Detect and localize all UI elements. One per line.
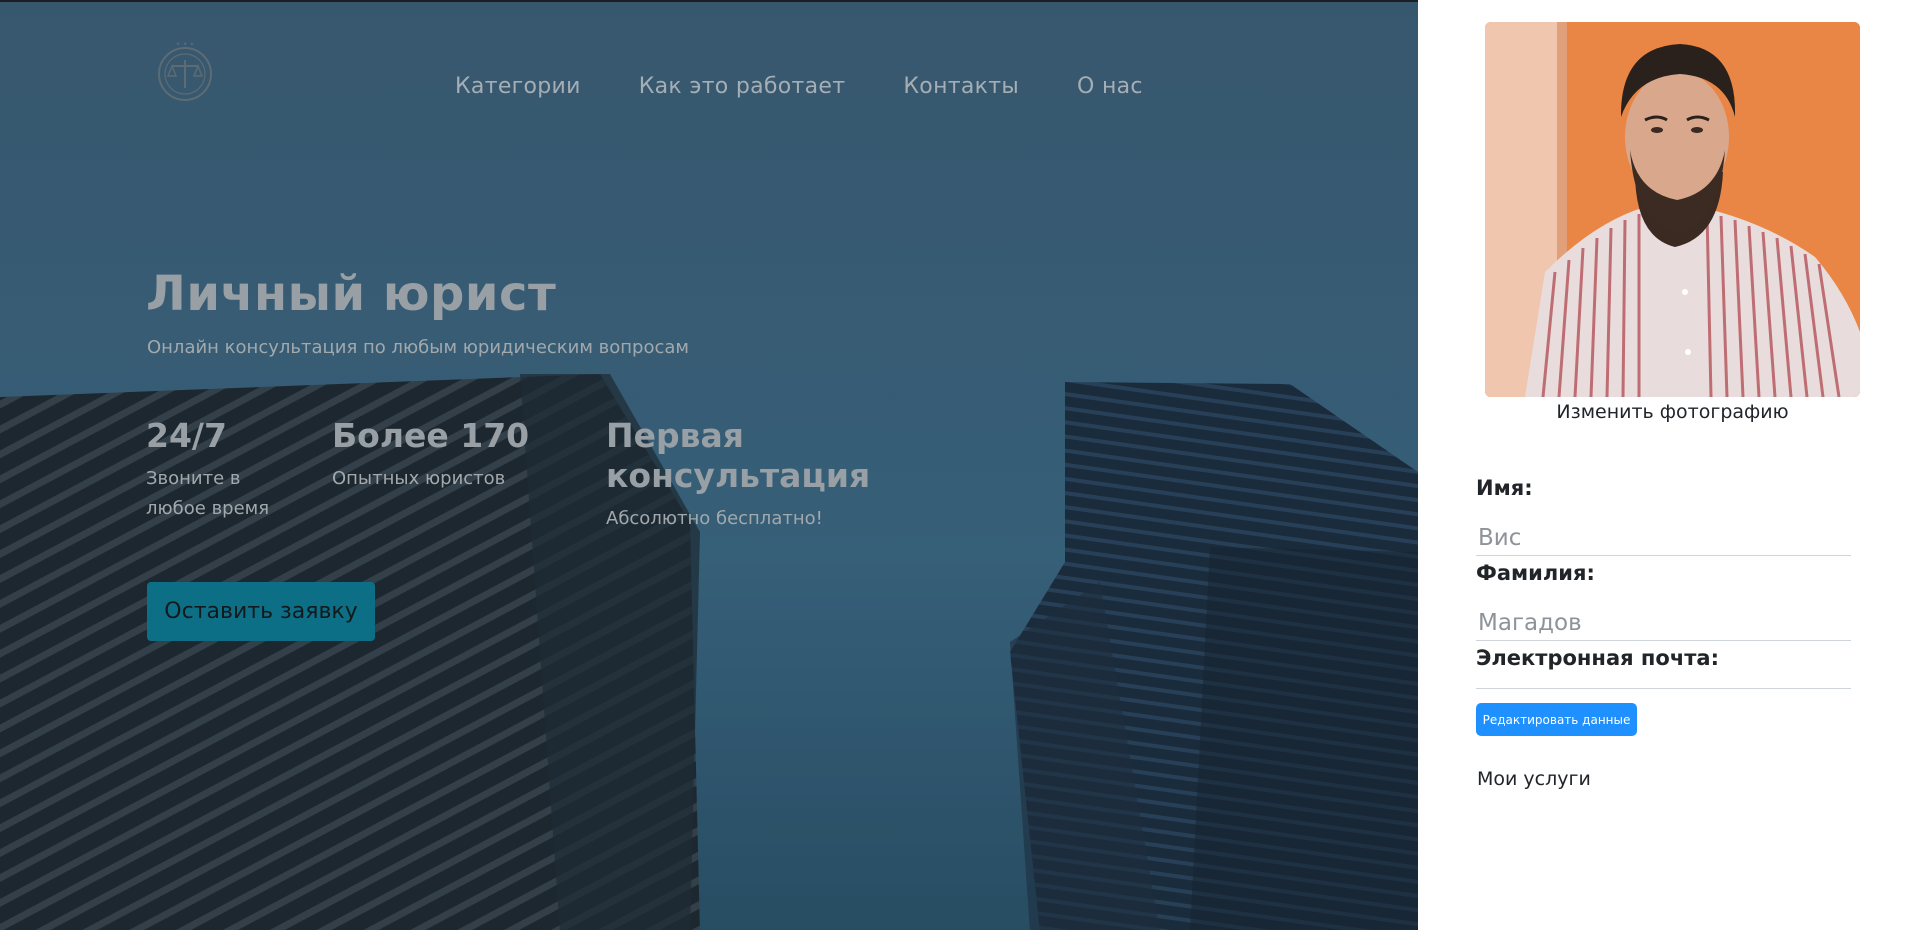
nav-item-how-it-works[interactable]: Как это работает: [639, 74, 846, 99]
profile-panel: Изменить фотографию Имя: Фамилия: Электр…: [1418, 0, 1917, 930]
nav-item-categories[interactable]: Категории: [455, 74, 581, 99]
stat-first-consultation: Первая консультация Абсолютно бесплатно!: [606, 416, 1006, 534]
profile-photo[interactable]: [1485, 22, 1860, 397]
stat-lawyers: Более 170 Опытных юристов: [332, 416, 572, 494]
edit-profile-button[interactable]: Редактировать данные: [1476, 703, 1637, 736]
stat-label-line-2: любое время: [146, 498, 270, 519]
submit-request-button[interactable]: Оставить заявку: [147, 582, 375, 641]
first-name-input[interactable]: [1476, 520, 1851, 556]
stat-label: Звоните в любое время: [146, 464, 296, 524]
last-name-label: Фамилия:: [1476, 561, 1595, 585]
stat-label: Опытных юристов: [332, 468, 506, 489]
email-input[interactable]: [1476, 653, 1851, 689]
my-services-link[interactable]: Мои услуги: [1477, 768, 1591, 790]
nav-item-contacts[interactable]: Контакты: [903, 74, 1019, 99]
last-name-input[interactable]: [1476, 605, 1851, 641]
hero-section: ✦ ✦ ✦ Категории Как это работает Контакт…: [0, 0, 1418, 930]
stat-label-line-1: Звоните в: [146, 468, 241, 489]
nav-item-about[interactable]: О нас: [1077, 74, 1143, 99]
first-name-label: Имя:: [1476, 476, 1533, 500]
change-photo-link[interactable]: Изменить фотографию: [1485, 401, 1860, 423]
stat-label: Абсолютно бесплатно!: [606, 508, 823, 529]
main-navigation: Категории Как это работает Контакты О на…: [455, 74, 1143, 99]
profile-photo-avatar-image: [1485, 22, 1860, 397]
hero-subtitle: Онлайн консультация по любым юридическим…: [147, 337, 689, 358]
svg-text:✦ ✦ ✦: ✦ ✦ ✦: [176, 41, 195, 48]
scales-logo-icon[interactable]: ✦ ✦ ✦: [150, 32, 220, 112]
stat-availability: 24/7 Звоните в любое время: [146, 416, 296, 524]
stat-value: 24/7: [146, 416, 227, 455]
stat-value: Первая консультация: [606, 416, 871, 495]
hero-title: Личный юрист: [146, 266, 557, 322]
stat-value: Более 170: [332, 416, 530, 455]
